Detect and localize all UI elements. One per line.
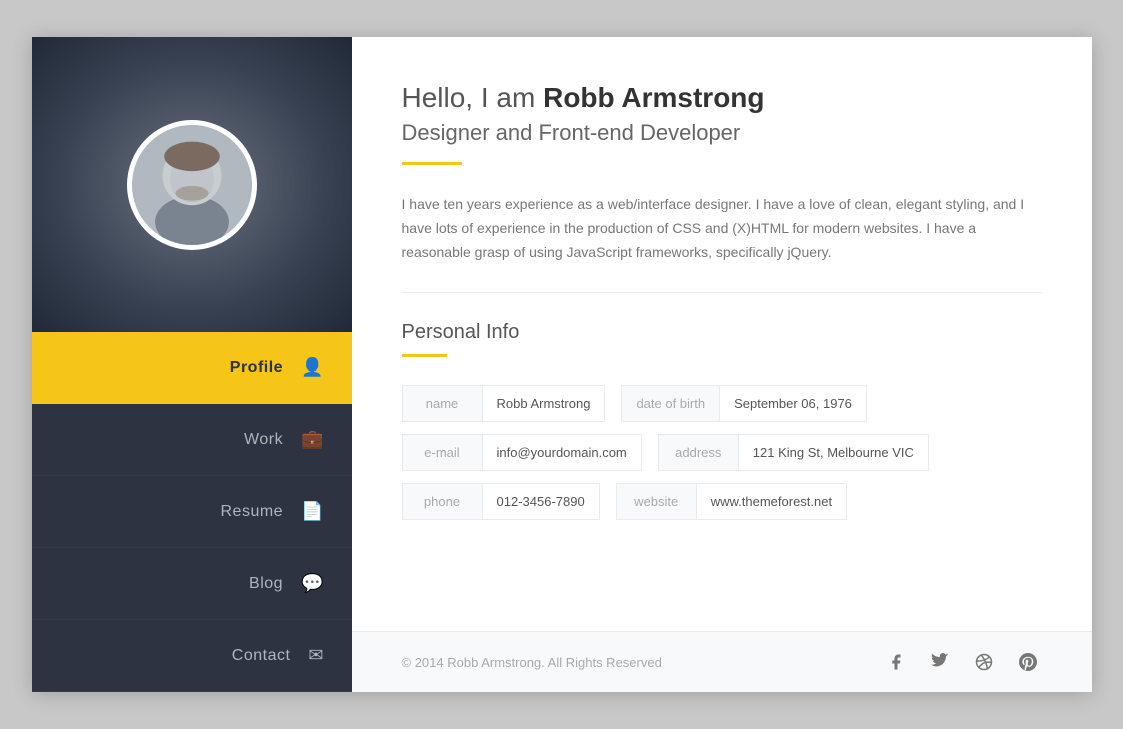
app-container: Profile 👤 Work 💼 Resume 📄 Blog 💬 Contact… xyxy=(32,37,1092,692)
info-cell-dob: date of birth September 06, 1976 xyxy=(621,385,866,422)
dribbble-icon[interactable] xyxy=(970,648,998,676)
section-divider xyxy=(402,292,1042,293)
main-footer: © 2014 Robb Armstrong. All Rights Reserv… xyxy=(352,631,1092,692)
social-icons xyxy=(882,648,1042,676)
sidebar-label-profile: Profile xyxy=(230,359,283,377)
value-dob: September 06, 1976 xyxy=(719,385,867,422)
value-phone: 012-3456-7890 xyxy=(482,483,600,520)
sidebar-label-resume: Resume xyxy=(221,503,284,521)
work-icon: 💼 xyxy=(301,429,323,450)
info-cell-email: e-mail info@yourdomain.com xyxy=(402,434,642,471)
sidebar-item-work[interactable]: Work 💼 xyxy=(32,404,352,476)
sidebar-label-blog: Blog xyxy=(249,575,283,593)
label-phone: phone xyxy=(402,483,482,520)
name-bold: Robb Armstrong xyxy=(543,82,764,113)
bio-text: I have ten years experience as a web/int… xyxy=(402,193,1042,264)
resume-icon: 📄 xyxy=(301,501,323,522)
main-content: Hello, I am Robb Armstrong Designer and … xyxy=(352,37,1092,631)
sidebar-label-contact: Contact xyxy=(232,647,291,665)
value-email: info@yourdomain.com xyxy=(482,434,642,471)
value-address: 121 King St, Melbourne VIC xyxy=(738,434,929,471)
profile-icon: 👤 xyxy=(301,357,323,378)
accent-divider xyxy=(402,162,462,165)
facebook-icon[interactable] xyxy=(882,648,910,676)
label-website: website xyxy=(616,483,696,520)
value-name: Robb Armstrong xyxy=(482,385,606,422)
blog-icon: 💬 xyxy=(301,573,323,594)
avatar xyxy=(127,120,257,250)
info-grid: name Robb Armstrong date of birth Septem… xyxy=(402,385,1042,520)
sidebar-item-contact[interactable]: Contact ✉ xyxy=(32,620,352,692)
label-address: address xyxy=(658,434,738,471)
value-website: www.themeforest.net xyxy=(696,483,847,520)
info-cell-website: website www.themeforest.net xyxy=(616,483,847,520)
info-row-2: e-mail info@yourdomain.com address 121 K… xyxy=(402,434,1042,471)
label-dob: date of birth xyxy=(621,385,719,422)
main-panel: Hello, I am Robb Armstrong Designer and … xyxy=(352,37,1092,692)
info-cell-phone: phone 012-3456-7890 xyxy=(402,483,600,520)
label-email: e-mail xyxy=(402,434,482,471)
sidebar-item-blog[interactable]: Blog 💬 xyxy=(32,548,352,620)
sidebar-label-work: Work xyxy=(244,431,283,449)
sidebar-item-profile[interactable]: Profile 👤 xyxy=(32,332,352,404)
info-row-1: name Robb Armstrong date of birth Septem… xyxy=(402,385,1042,422)
info-row-3: phone 012-3456-7890 website www.themefor… xyxy=(402,483,1042,520)
sidebar-item-resume[interactable]: Resume 📄 xyxy=(32,476,352,548)
contact-icon: ✉ xyxy=(308,645,323,666)
twitter-icon[interactable] xyxy=(926,648,954,676)
label-name: name xyxy=(402,385,482,422)
greeting-heading: Hello, I am Robb Armstrong xyxy=(402,82,1042,114)
personal-info-title: Personal Info xyxy=(402,321,1042,344)
subtitle: Designer and Front-end Developer xyxy=(402,120,1042,146)
pinterest-icon[interactable] xyxy=(1014,648,1042,676)
greeting-prefix: Hello, I am xyxy=(402,82,544,113)
info-cell-name: name Robb Armstrong xyxy=(402,385,606,422)
copyright: © 2014 Robb Armstrong. All Rights Reserv… xyxy=(402,655,662,670)
accent-divider-sm xyxy=(402,354,447,357)
info-cell-address: address 121 King St, Melbourne VIC xyxy=(658,434,929,471)
sidebar: Profile 👤 Work 💼 Resume 📄 Blog 💬 Contact… xyxy=(32,37,352,692)
sidebar-photo-area xyxy=(32,37,352,332)
